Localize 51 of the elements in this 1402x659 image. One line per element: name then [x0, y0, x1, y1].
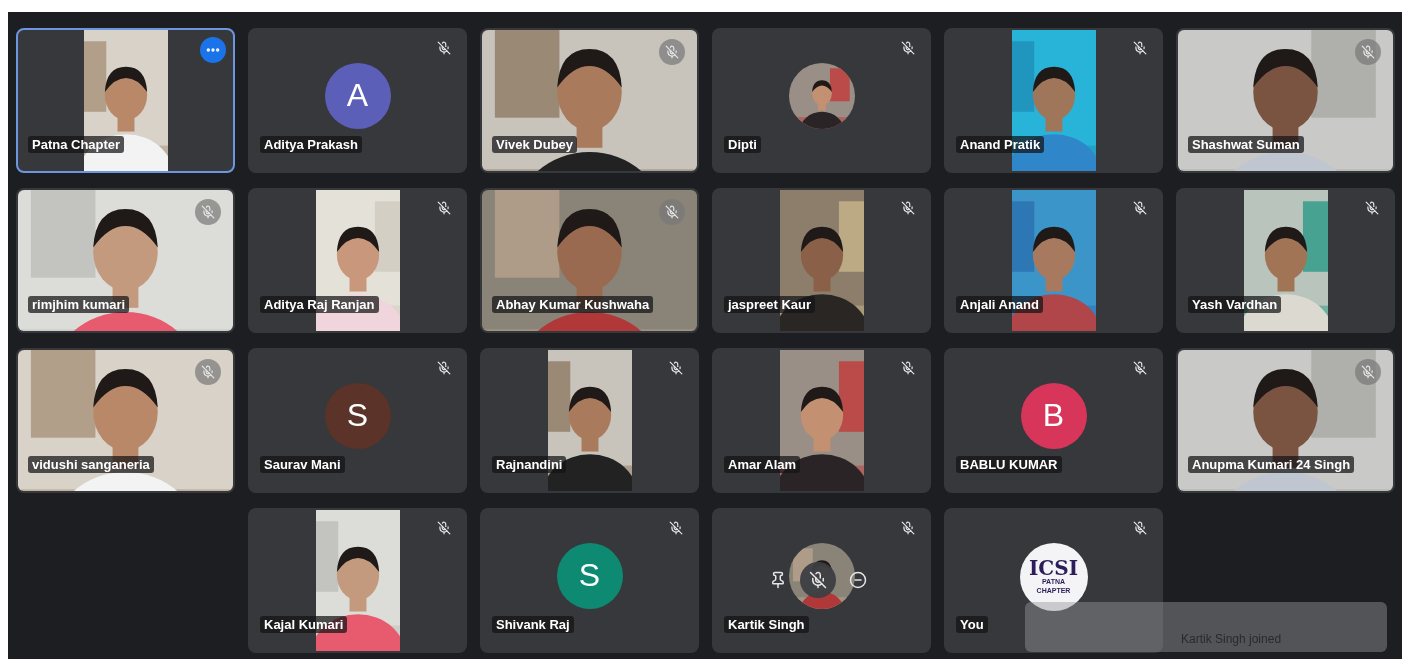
video-tile[interactable]: Anupma Kumari 24 Singh [1176, 348, 1395, 493]
video-tile[interactable]: A Aditya Prakash [248, 28, 467, 173]
avatar-letter: S [324, 382, 391, 449]
video-tile[interactable]: Rajnandini [480, 348, 699, 493]
participant-name: Aditya Prakash [260, 136, 362, 153]
video-tile[interactable]: Yash Vardhan [1176, 188, 1395, 333]
video-tile[interactable]: Abhay Kumar Kushwaha [480, 188, 699, 333]
video-tile[interactable]: S Shivank Raj [480, 508, 699, 653]
video-tile[interactable]: rimjhim kumari [16, 188, 235, 333]
participant-name: Patna Chapter [28, 136, 125, 153]
video-tile[interactable]: B BABLU KUMAR [944, 348, 1163, 493]
video-tile[interactable]: S Saurav Mani [248, 348, 467, 493]
video-tile[interactable]: Aditya Raj Ranjan [248, 188, 467, 333]
remove-icon [849, 571, 867, 589]
pin-icon [769, 571, 787, 589]
participant-name: Amar Alam [724, 456, 801, 473]
participant-name: Vivek Dubey [492, 136, 578, 153]
participant-name: Anupma Kumari 24 Singh [1188, 456, 1355, 473]
participant-name: Kajal Kumari [260, 616, 348, 633]
video-tile[interactable]: Vivek Dubey [480, 28, 699, 173]
participant-name: Yash Vardhan [1188, 296, 1282, 313]
participant-name: Dipti [724, 136, 761, 153]
video-tile[interactable]: Amar Alam [712, 348, 931, 493]
participant-name: Rajnandini [492, 456, 567, 473]
participant-name: Kartik Singh [724, 616, 809, 633]
video-tile[interactable]: jaspreet Kaur [712, 188, 931, 333]
participant-name: BABLU KUMAR [956, 456, 1062, 473]
video-tile[interactable]: Kartik Singh [712, 508, 931, 653]
avatar-letter: A [324, 62, 391, 129]
participant-name: Aditya Raj Ranjan [260, 296, 379, 313]
participant-name: jaspreet Kaur [724, 296, 816, 313]
video-tile[interactable]: Anand Pratik [944, 28, 1163, 173]
participant-name: Saurav Mani [260, 456, 345, 473]
video-tile[interactable]: Dipti [712, 28, 931, 173]
participant-name: Shashwat Suman [1188, 136, 1304, 153]
avatar-letter: S [556, 542, 623, 609]
video-tile[interactable]: Anjali Anand [944, 188, 1163, 333]
participant-name: Abhay Kumar Kushwaha [492, 296, 654, 313]
video-tile[interactable]: Kajal Kumari [248, 508, 467, 653]
participant-name: vidushi sanganeria [28, 456, 154, 473]
mic-off-icon [809, 571, 827, 589]
participant-name: rimjhim kumari [28, 296, 130, 313]
video-tile[interactable]: vidushi sanganeria [16, 348, 235, 493]
more-options-button[interactable] [200, 37, 226, 63]
participant-name: Shivank Raj [492, 616, 574, 633]
video-tile[interactable]: Patna Chapter [16, 28, 235, 173]
participant-name: Anand Pratik [956, 136, 1045, 153]
video-tile[interactable]: Shashwat Suman [1176, 28, 1395, 173]
participant-name: You [956, 616, 988, 633]
participant-name: Anjali Anand [956, 296, 1043, 313]
avatar-letter: B [1020, 382, 1087, 449]
